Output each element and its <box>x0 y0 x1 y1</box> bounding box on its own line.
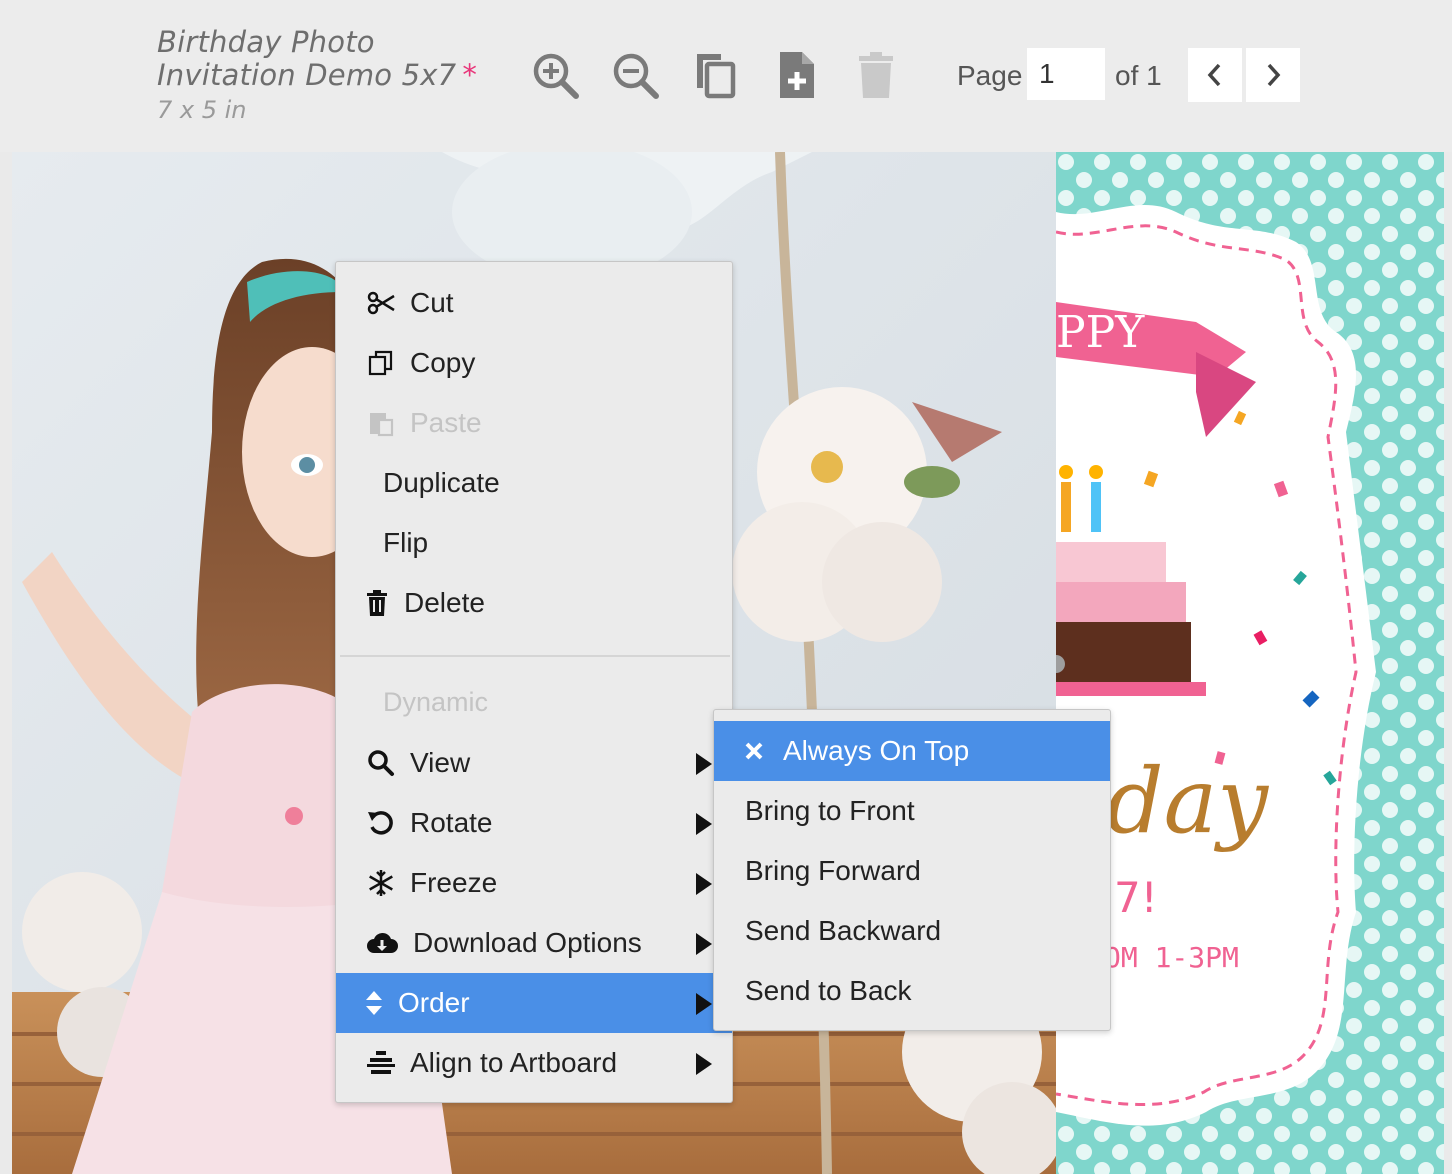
menu-item-paste: Paste <box>336 393 732 453</box>
submenu-item-send-backward[interactable]: Send Backward <box>714 901 1110 961</box>
submenu-item-bring-to-front[interactable]: Bring to Front <box>714 781 1110 841</box>
submenu-item-label: Bring to Front <box>745 795 915 826</box>
menu-item-label: Align to Artboard <box>410 1047 618 1078</box>
menu-item-label: Order <box>398 987 470 1018</box>
menu-item-flip[interactable]: Flip <box>336 513 732 573</box>
rotate-icon <box>366 808 396 838</box>
document-size: 7 x 5 in <box>157 96 247 124</box>
document-title-line2: Invitation Demo 5x7 <box>157 58 457 92</box>
submenu-item-label: Send to Back <box>745 975 912 1006</box>
submenu-arrow-icon <box>696 993 712 1015</box>
menu-item-label: Flip <box>383 527 429 558</box>
submenu-item-send-to-back[interactable]: Send to Back <box>714 961 1110 1021</box>
card-number-text: 7! <box>1114 873 1158 922</box>
menu-divider <box>340 655 730 657</box>
menu-item-delete[interactable]: Delete <box>336 573 732 633</box>
menu-item-label: Delete <box>404 587 485 618</box>
zoom-out-icon[interactable] <box>608 48 662 102</box>
document-title: Birthday Photo Invitation Demo 5x7 * <box>157 26 497 92</box>
page-count: of 1 <box>1115 60 1162 91</box>
submenu-arrow-icon <box>696 753 712 775</box>
scissors-icon <box>366 288 396 318</box>
menu-section-heading: Dynamic <box>383 687 489 717</box>
chevron-left-icon <box>1207 63 1221 87</box>
menu-item-order[interactable]: Order <box>336 973 732 1033</box>
submenu-item-always-on-top[interactable]: Always On Top <box>714 721 1110 781</box>
card-time-text: OM 1-3PM <box>1104 941 1239 974</box>
submenu-arrow-icon <box>696 1053 712 1075</box>
chevron-right-icon <box>1267 63 1281 87</box>
trash-icon <box>366 588 388 618</box>
submenu-item-label: Send Backward <box>745 915 942 946</box>
menu-item-freeze[interactable]: Freeze <box>336 853 732 913</box>
submenu-arrow-icon <box>696 873 712 895</box>
menu-item-label: Freeze <box>410 867 498 898</box>
menu-item-label: View <box>410 747 471 778</box>
unsaved-marker: * <box>462 58 478 92</box>
menu-item-label: Paste <box>410 407 482 438</box>
submenu-item-label: Bring Forward <box>745 855 921 886</box>
copy-pages-icon[interactable] <box>688 48 742 102</box>
copy-icon <box>366 348 396 378</box>
menu-item-label: Copy <box>410 347 476 378</box>
next-page-button[interactable] <box>1246 48 1300 102</box>
page-label: Page <box>957 60 1023 91</box>
toolbar: Birthday Photo Invitation Demo 5x7 * 7 x … <box>0 0 1452 152</box>
submenu-arrow-icon <box>696 813 712 835</box>
sort-icon <box>364 988 384 1018</box>
context-menu: Cut Copy Paste Duplicate Flip Delete Dyn… <box>335 261 733 1103</box>
prev-page-button[interactable] <box>1188 48 1242 102</box>
menu-item-duplicate[interactable]: Duplicate <box>336 453 732 513</box>
menu-item-label: Duplicate <box>383 467 500 498</box>
delete-page-icon[interactable] <box>850 48 904 102</box>
menu-item-label: Download Options <box>413 927 642 958</box>
align-center-icon <box>366 1048 396 1078</box>
add-page-icon[interactable] <box>770 48 824 102</box>
snowflake-icon <box>366 868 396 898</box>
paste-icon <box>366 408 396 438</box>
search-icon <box>366 748 396 778</box>
order-submenu: Always On Top Bring to Front Bring Forwa… <box>713 709 1111 1031</box>
submenu-arrow-icon <box>696 933 712 955</box>
menu-item-label: Rotate <box>410 807 493 838</box>
submenu-item-label: Always On Top <box>783 735 970 766</box>
document-title-line1: Birthday Photo <box>157 25 375 59</box>
menu-item-download-options[interactable]: Download Options <box>336 913 732 973</box>
cloud-download-icon <box>366 928 398 958</box>
page-number-input[interactable] <box>1027 48 1105 100</box>
menu-item-rotate[interactable]: Rotate <box>336 793 732 853</box>
menu-item-align-to-artboard[interactable]: Align to Artboard <box>336 1033 732 1093</box>
card-banner-text: PPY <box>1056 307 1145 358</box>
menu-item-label: Cut <box>410 287 454 318</box>
menu-item-view[interactable]: View <box>336 733 732 793</box>
card-script-text: day <box>1106 749 1269 854</box>
menu-item-copy[interactable]: Copy <box>336 333 732 393</box>
close-icon <box>744 739 768 763</box>
invitation-card-graphic[interactable]: PPY day 7! OM 1-3PM <box>1056 152 1444 1174</box>
submenu-item-bring-forward[interactable]: Bring Forward <box>714 841 1110 901</box>
menu-item-cut[interactable]: Cut <box>336 273 732 333</box>
zoom-in-icon[interactable] <box>528 48 582 102</box>
